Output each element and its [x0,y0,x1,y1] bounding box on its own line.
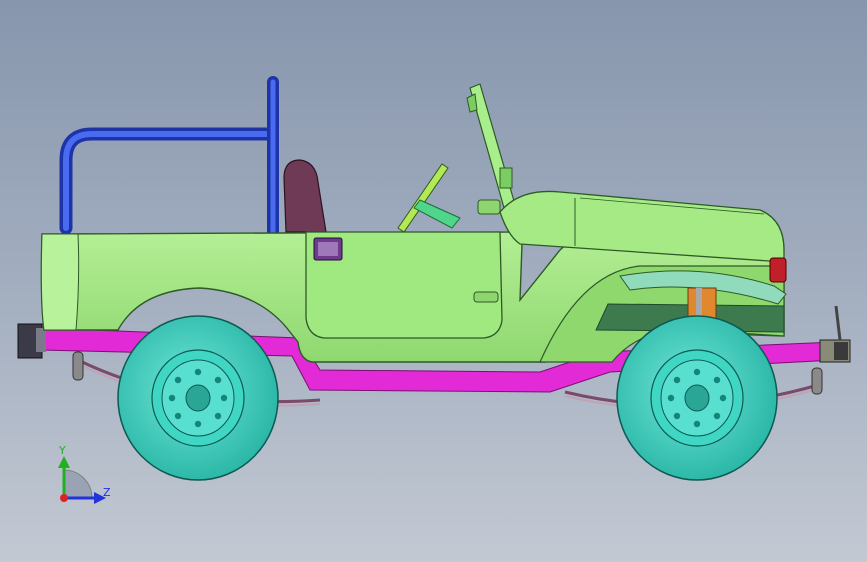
axis-triad: Y Z [58,444,111,504]
seat [283,159,327,233]
steering-wheel [397,163,461,233]
rear-wheel [117,315,279,481]
axis-y-label: Y [58,444,66,457]
front-wheel [616,315,778,481]
hood [499,190,785,263]
front-bumper [819,305,851,363]
triad-origin [60,494,68,502]
triad-quadrant-shape [63,469,93,499]
jeep-model[interactable]: Y Z [0,0,867,562]
rear-bumper [17,323,46,359]
headlight [769,257,787,283]
3d-viewport[interactable]: Y Z [0,0,867,562]
roll-bar [59,76,279,238]
axis-z-label: Z [103,486,111,499]
